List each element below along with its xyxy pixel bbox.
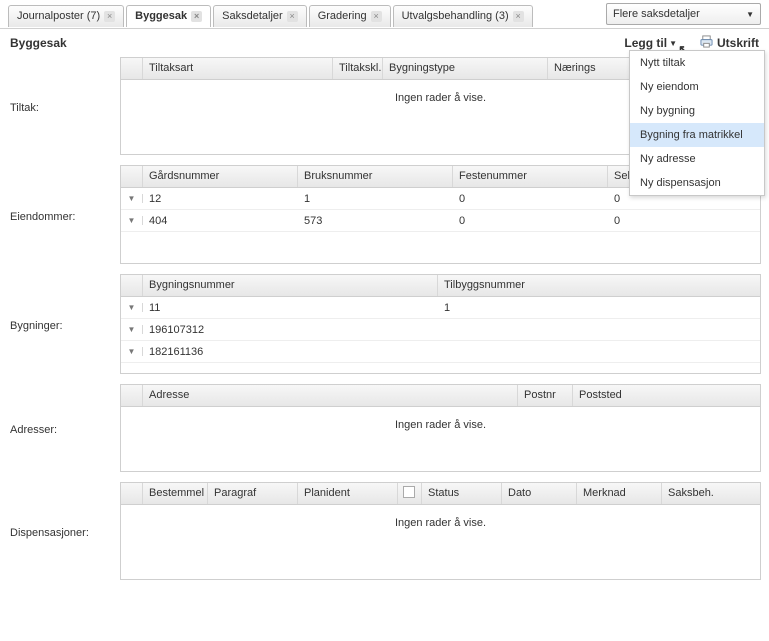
- col-gardsnummer[interactable]: Gårdsnummer: [143, 166, 298, 187]
- tab-saksdetaljer[interactable]: Saksdetaljer ×: [213, 5, 307, 27]
- section-label-eiendommer: Eiendommer:: [8, 165, 120, 264]
- dropdown-item-ny-dispensasjon[interactable]: Ny dispensasjon: [630, 171, 764, 195]
- cell: 196107312: [143, 324, 438, 336]
- cell: 1: [298, 193, 453, 205]
- close-icon[interactable]: ×: [191, 11, 202, 22]
- col-merknad[interactable]: Merknad: [577, 483, 662, 504]
- legg-til-dropdown: Nytt tiltak Ny eiendom Ny bygning Bygnin…: [629, 50, 765, 196]
- section-label-adresser: Adresser:: [8, 384, 120, 472]
- tab-label: Gradering: [318, 10, 367, 22]
- cell: 0: [453, 193, 608, 205]
- close-icon[interactable]: ×: [371, 11, 382, 22]
- table-row[interactable]: ▼ 404 573 0 0: [121, 210, 760, 232]
- expand-icon[interactable]: ▼: [121, 347, 143, 356]
- col-checkbox[interactable]: [398, 483, 422, 504]
- expand-icon[interactable]: ▼: [121, 303, 143, 312]
- col-planident[interactable]: Planident: [298, 483, 398, 504]
- dropdown-item-nytt-tiltak[interactable]: Nytt tiltak: [630, 51, 764, 75]
- disp-grid: Bestemmel Paragraf Planident Status Dato…: [120, 482, 761, 580]
- tab-label: Utvalgsbehandling (3): [402, 10, 509, 22]
- close-icon[interactable]: ×: [104, 11, 115, 22]
- dropdown-item-bygning-fra-matrikkel[interactable]: Bygning fra matrikkel: [630, 123, 764, 147]
- section-label-tiltak: Tiltak:: [8, 57, 120, 155]
- legg-til-button[interactable]: Legg til ▼ ↖: [624, 36, 677, 50]
- col-poststed[interactable]: Poststed: [573, 385, 760, 406]
- utskrift-button[interactable]: Utskrift: [699, 35, 759, 51]
- col-paragraf[interactable]: Paragraf: [208, 483, 298, 504]
- col-saksbeh[interactable]: Saksbeh.: [662, 483, 760, 504]
- dropdown-item-ny-eiendom[interactable]: Ny eiendom: [630, 75, 764, 99]
- col-bestemmel[interactable]: Bestemmel: [143, 483, 208, 504]
- close-icon[interactable]: ×: [287, 11, 298, 22]
- cell: 12: [143, 193, 298, 205]
- close-icon[interactable]: ×: [513, 11, 524, 22]
- col-dato[interactable]: Dato: [502, 483, 577, 504]
- cell: 1: [438, 302, 760, 314]
- chevron-down-icon: ▼: [669, 39, 677, 48]
- legg-til-label: Legg til: [624, 36, 667, 50]
- select-label: Flere saksdetaljer: [613, 8, 700, 20]
- tab-label: Saksdetaljer: [222, 10, 283, 22]
- page-title: Byggesak: [10, 36, 67, 50]
- checkbox-icon: [403, 486, 415, 498]
- expand-icon[interactable]: ▼: [121, 216, 143, 225]
- cell: 0: [608, 215, 760, 227]
- dropdown-item-ny-adresse[interactable]: Ny adresse: [630, 147, 764, 171]
- table-row[interactable]: ▼ 182161136: [121, 341, 760, 363]
- expand-icon[interactable]: ▼: [121, 325, 143, 334]
- tab-utvalgsbehandling[interactable]: Utvalgsbehandling (3) ×: [393, 5, 533, 27]
- empty-message: Ingen rader å vise.: [121, 505, 760, 579]
- col-festenummer[interactable]: Festenummer: [453, 166, 608, 187]
- section-label-dispensasjoner: Dispensasjoner:: [8, 482, 120, 580]
- chevron-down-icon: ▼: [746, 10, 754, 19]
- cell: 573: [298, 215, 453, 227]
- tab-label: Journalposter (7): [17, 10, 100, 22]
- tab-journalposter[interactable]: Journalposter (7) ×: [8, 5, 124, 27]
- col-bygningstype[interactable]: Bygningstype: [383, 58, 548, 79]
- tab-label: Byggesak: [135, 10, 187, 22]
- utskrift-label: Utskrift: [717, 36, 759, 50]
- col-bygningsnummer[interactable]: Bygningsnummer: [143, 275, 438, 296]
- table-row[interactable]: ▼ 11 1: [121, 297, 760, 319]
- col-adresse[interactable]: Adresse: [143, 385, 518, 406]
- col-bruksnummer[interactable]: Bruksnummer: [298, 166, 453, 187]
- dropdown-item-ny-bygning[interactable]: Ny bygning: [630, 99, 764, 123]
- table-row[interactable]: ▼ 196107312: [121, 319, 760, 341]
- adresser-grid: Adresse Postnr Poststed Ingen rader å vi…: [120, 384, 761, 472]
- cell: 404: [143, 215, 298, 227]
- printer-icon: [699, 35, 714, 51]
- tabs-container: Journalposter (7) × Byggesak × Saksdetal…: [8, 5, 533, 27]
- section-label-bygninger: Bygninger:: [8, 274, 120, 374]
- col-tiltaksart[interactable]: Tiltaksart: [143, 58, 333, 79]
- col-status[interactable]: Status: [422, 483, 502, 504]
- cell: 11: [143, 302, 438, 314]
- col-tiltakskl[interactable]: Tiltakskl.: [333, 58, 383, 79]
- empty-message: Ingen rader å vise.: [121, 407, 760, 471]
- tab-gradering[interactable]: Gradering ×: [309, 5, 391, 27]
- cell: 0: [453, 215, 608, 227]
- flere-saksdetaljer-select[interactable]: Flere saksdetaljer ▼: [606, 3, 761, 25]
- cell: 182161136: [143, 346, 438, 358]
- bygning-grid: Bygningsnummer Tilbyggsnummer ▼ 11 1 ▼ 1…: [120, 274, 761, 374]
- expand-icon[interactable]: ▼: [121, 194, 143, 203]
- col-postnr[interactable]: Postnr: [518, 385, 573, 406]
- tab-byggesak[interactable]: Byggesak ×: [126, 5, 211, 27]
- col-tilbyggsnummer[interactable]: Tilbyggsnummer: [438, 275, 760, 296]
